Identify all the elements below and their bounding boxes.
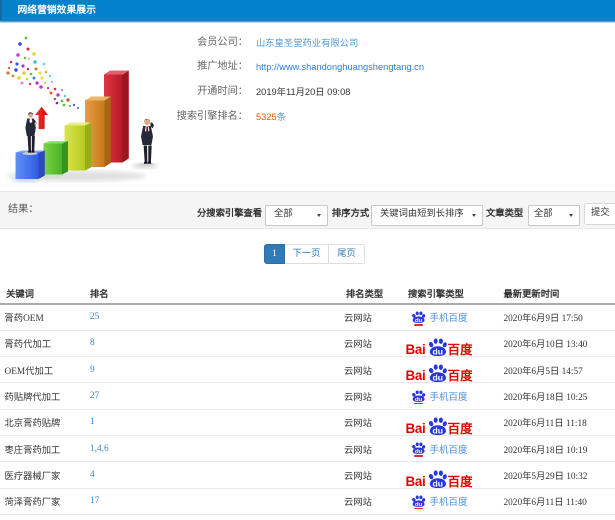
svg-text:du: du <box>414 449 422 455</box>
svg-text:Bai: Bai <box>406 474 425 488</box>
svg-text:du: du <box>433 425 444 435</box>
svg-text:du: du <box>414 502 422 508</box>
svg-text:du: du <box>433 478 444 488</box>
svg-text:Bai: Bai <box>406 342 425 356</box>
svg-text:Bai: Bai <box>406 369 425 383</box>
svg-text:百度: 百度 <box>448 474 473 488</box>
svg-text:du: du <box>414 397 422 403</box>
svg-text:百度: 百度 <box>448 369 473 383</box>
svg-text:du: du <box>414 318 422 324</box>
svg-text:百度: 百度 <box>448 342 473 356</box>
svg-text:du: du <box>433 346 444 356</box>
svg-text:du: du <box>433 373 444 383</box>
svg-text:Bai: Bai <box>406 421 425 435</box>
svg-text:百度: 百度 <box>448 421 473 435</box>
